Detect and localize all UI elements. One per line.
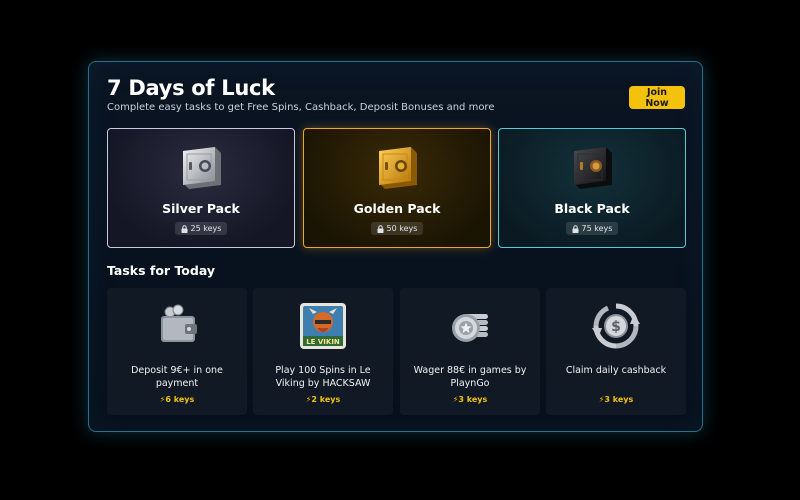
join-now-button[interactable]: Join Now	[629, 86, 685, 109]
key-cost-badge: 25 keys	[174, 222, 228, 235]
lock-icon	[572, 224, 579, 233]
chip-stack-icon	[444, 300, 496, 352]
page-subtitle: Complete easy tasks to get Free Spins, C…	[107, 102, 495, 113]
black-safe-icon	[566, 141, 618, 193]
task-card-deposit[interactable]: Deposit 9€+ in one payment ⚡6 keys	[107, 288, 247, 415]
key-cost-badge: 75 keys	[565, 222, 619, 235]
key-cost-label: 50 keys	[386, 224, 418, 233]
pack-name: Black Pack	[554, 201, 630, 216]
task-card-wager[interactable]: Wager 88€ in games by PlaynGo ⚡3 keys	[400, 288, 540, 415]
silver-safe-icon	[175, 141, 227, 193]
key-cost-label: 25 keys	[190, 224, 222, 233]
svg-text:$: $	[611, 319, 621, 335]
tasks-title: Tasks for Today	[107, 263, 216, 278]
page-title: 7 Days of Luck	[107, 76, 275, 100]
le-viking-game-icon: LE VIKIN	[297, 300, 349, 352]
task-reward: ⚡3 keys	[598, 395, 634, 404]
task-description: Claim daily cashback	[565, 365, 667, 376]
packs-row: Silver Pack 25 keys Golden Pack 50 keys …	[107, 128, 687, 248]
tasks-row: Deposit 9€+ in one payment ⚡6 keys LE VI…	[107, 288, 687, 415]
task-description: Deposit 9€+ in one payment	[131, 365, 223, 389]
lock-icon	[181, 224, 188, 233]
lock-icon	[377, 224, 384, 233]
task-card-cashback[interactable]: $ Claim daily cashback ⚡3 keys	[546, 288, 686, 415]
task-description: Play 100 Spins in Le Viking by HACKSAW	[275, 365, 371, 389]
task-description: Wager 88€ in games by PlaynGo	[413, 365, 527, 389]
pack-name: Golden Pack	[353, 201, 441, 216]
task-card-spins[interactable]: LE VIKIN Play 100 Spins in Le Viking by …	[253, 288, 393, 415]
cashback-icon: $	[590, 300, 642, 352]
task-reward: ⚡2 keys	[305, 395, 341, 404]
key-cost-label: 75 keys	[581, 224, 613, 233]
task-reward: ⚡6 keys	[159, 395, 195, 404]
golden-pack-card[interactable]: Golden Pack 50 keys	[303, 128, 491, 248]
task-reward: ⚡3 keys	[452, 395, 488, 404]
pack-name: Silver Pack	[162, 201, 240, 216]
wallet-icon	[151, 300, 203, 352]
gold-safe-icon	[371, 141, 423, 193]
game-logo-text: LE VIKIN	[306, 338, 340, 346]
black-pack-card[interactable]: Black Pack 75 keys	[498, 128, 686, 248]
seven-days-panel: 7 Days of Luck Complete easy tasks to ge…	[88, 61, 703, 432]
silver-pack-card[interactable]: Silver Pack 25 keys	[107, 128, 295, 248]
key-cost-badge: 50 keys	[370, 222, 424, 235]
